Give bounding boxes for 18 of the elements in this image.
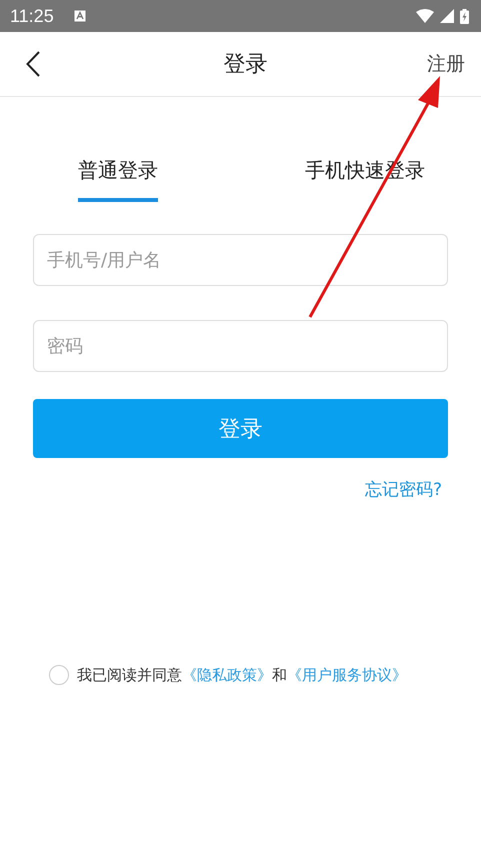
password-field[interactable]: 密码 — [33, 320, 448, 372]
battery-icon — [460, 8, 469, 24]
register-link[interactable]: 注册 — [427, 51, 465, 77]
user-agreement-link[interactable]: 《用户服务协议》 — [287, 666, 407, 684]
agreement-text: 我已阅读并同意 — [77, 666, 182, 684]
agreement-text: 和 — [272, 666, 287, 684]
username-field[interactable]: 手机号/用户名 — [33, 234, 448, 286]
agree-checkbox[interactable] — [49, 665, 69, 685]
page-title: 登录 — [224, 51, 268, 79]
privacy-policy-link[interactable]: 《隐私政策》 — [182, 666, 272, 684]
wifi-icon — [416, 9, 434, 23]
forgot-password-link[interactable]: 忘记密码? — [364, 478, 442, 501]
login-tab[interactable]: 普通登录 — [78, 157, 158, 202]
signal-icon — [440, 9, 454, 23]
notification-icon — [74, 10, 86, 22]
login-button[interactable]: 登录 — [33, 399, 448, 458]
status-time: 11:25 — [10, 6, 54, 26]
back-icon[interactable] — [26, 51, 40, 77]
